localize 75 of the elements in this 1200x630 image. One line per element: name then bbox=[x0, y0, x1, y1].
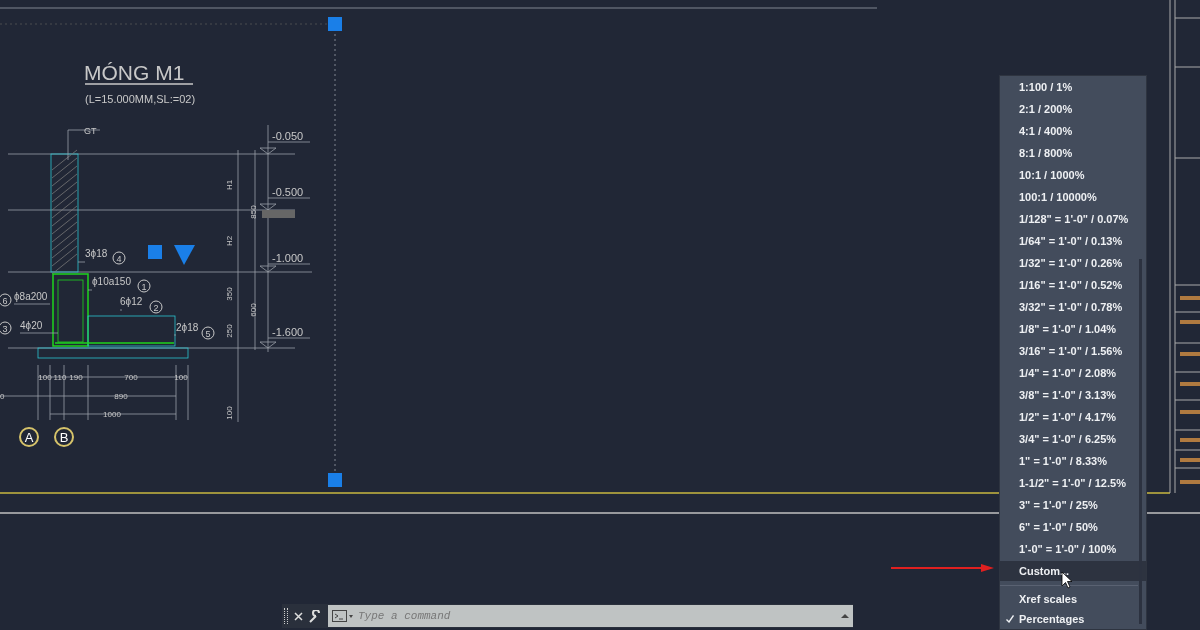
scale-menu-item[interactable]: 3" = 1'-0" / 25% bbox=[1000, 494, 1146, 516]
pointer-arrow-icon bbox=[891, 563, 995, 573]
dimension-label: 350 bbox=[225, 287, 234, 301]
scale-menu-item[interactable]: 1/64" = 1'-0" / 0.13% bbox=[1000, 230, 1146, 252]
rebar-label: 4ϕ20 bbox=[20, 320, 43, 331]
dimension-label: 700 bbox=[124, 373, 138, 382]
rebar-label: ϕ10a150 bbox=[92, 276, 131, 287]
scale-menu-item[interactable]: 1-1/2" = 1'-0" / 12.5% bbox=[1000, 472, 1146, 494]
scale-menu-item[interactable]: 1'-0" = 1'-0" / 100% bbox=[1000, 538, 1146, 560]
elevation-label: -0.050 bbox=[272, 130, 304, 142]
option-menu-item[interactable]: Percentages bbox=[1000, 609, 1146, 629]
option-label: Percentages bbox=[1019, 611, 1085, 627]
dimension-label: 1000 bbox=[103, 410, 121, 419]
scale-menu-item[interactable]: 8:1 / 800% bbox=[1000, 142, 1146, 164]
command-input-field[interactable]: Type a command bbox=[328, 605, 853, 627]
scale-menu-item[interactable]: 3/8" = 1'-0" / 3.13% bbox=[1000, 384, 1146, 406]
dimension-label: 890 bbox=[114, 392, 128, 401]
dimension-label: 0 bbox=[0, 392, 5, 401]
scale-menu-item[interactable]: 3/4" = 1'-0" / 6.25% bbox=[1000, 428, 1146, 450]
dimension-label: 850 bbox=[249, 205, 258, 219]
scale-menu-item[interactable]: 1/8" = 1'-0" / 1.04% bbox=[1000, 318, 1146, 340]
rebar-label: ϕ8a200 bbox=[14, 291, 48, 302]
rebar-label: 6ϕ12 bbox=[120, 296, 143, 307]
grip-handle[interactable] bbox=[328, 17, 342, 31]
elevation-label: -1.000 bbox=[272, 252, 304, 264]
dimension-label: 100 bbox=[174, 373, 188, 382]
caret-icon[interactable] bbox=[841, 613, 849, 619]
scale-menu-item[interactable]: 10:1 / 1000% bbox=[1000, 164, 1146, 186]
rebar-label: 2ϕ18 bbox=[176, 322, 199, 333]
scale-menu-item[interactable]: 3/32" = 1'-0" / 0.78% bbox=[1000, 296, 1146, 318]
scale-menu-item[interactable]: 1:100 / 1% bbox=[1000, 76, 1146, 98]
grip-handle[interactable] bbox=[328, 473, 342, 487]
scale-menu-item[interactable]: 2:1 / 200% bbox=[1000, 98, 1146, 120]
scale-menu-item[interactable]: 1/32" = 1'-0" / 0.26% bbox=[1000, 252, 1146, 274]
axis-bubble: B bbox=[54, 427, 74, 447]
dimension-label: 250 bbox=[225, 324, 234, 338]
close-icon[interactable] bbox=[294, 611, 303, 621]
dimension-label: 100 bbox=[225, 406, 234, 420]
drawing-title: MÓNG M1 bbox=[84, 61, 185, 84]
scale-menu-item[interactable]: 4:1 / 400% bbox=[1000, 120, 1146, 142]
elevation-label: -0.500 bbox=[272, 186, 304, 198]
elevation-label: -1.600 bbox=[272, 326, 304, 338]
dimension-label: 110 bbox=[53, 373, 67, 382]
elevation-marker-icon bbox=[174, 245, 195, 265]
callout-number: 1 bbox=[137, 279, 151, 293]
scale-menu-item[interactable]: 1" = 1'-0" / 8.33% bbox=[1000, 450, 1146, 472]
option-menu-item[interactable]: Xref scales bbox=[1000, 589, 1146, 610]
grip-handle[interactable] bbox=[148, 245, 162, 259]
dimension-label: H2 bbox=[225, 235, 234, 247]
callout-number: 6 bbox=[0, 293, 12, 307]
callout-number: 4 bbox=[112, 251, 126, 265]
dimension-label: H1 bbox=[225, 179, 234, 191]
scale-menu-item[interactable]: 1/2" = 1'-0" / 4.17% bbox=[1000, 406, 1146, 428]
callout-number: 3 bbox=[0, 321, 12, 335]
grip-icon[interactable] bbox=[284, 608, 288, 624]
grade-label: GT bbox=[84, 126, 97, 136]
option-label: Xref scales bbox=[1019, 592, 1078, 608]
custom-menu-item[interactable]: Custom... bbox=[1000, 561, 1146, 581]
scale-menu-item[interactable]: 1/128" = 1'-0" / 0.07% bbox=[1000, 208, 1146, 230]
callout-number: 5 bbox=[201, 326, 215, 340]
dimension-label: 600 bbox=[249, 303, 258, 317]
callout-number: 2 bbox=[149, 300, 163, 314]
axis-bubble: A bbox=[19, 427, 39, 447]
scale-menu-item[interactable]: 6" = 1'-0" / 50% bbox=[1000, 516, 1146, 538]
dimension-label: 190 bbox=[69, 373, 83, 382]
dimension-label: 100 bbox=[38, 373, 52, 382]
rebar-label: 3ϕ18 bbox=[85, 248, 108, 259]
scale-menu-item[interactable]: 3/16" = 1'-0" / 1.56% bbox=[1000, 340, 1146, 362]
scale-menu-item[interactable]: 1/4" = 1'-0" / 2.08% bbox=[1000, 362, 1146, 384]
scale-menu-item[interactable]: 100:1 / 10000% bbox=[1000, 186, 1146, 208]
scale-menu-item[interactable]: 1/16" = 1'-0" / 0.52% bbox=[1000, 274, 1146, 296]
terminal-icon bbox=[332, 610, 354, 622]
wrench-icon[interactable] bbox=[309, 609, 322, 623]
drawing-subtitle: (L=15.000MM,SL:=02) bbox=[85, 93, 196, 105]
command-input[interactable]: Type a command bbox=[358, 607, 837, 625]
